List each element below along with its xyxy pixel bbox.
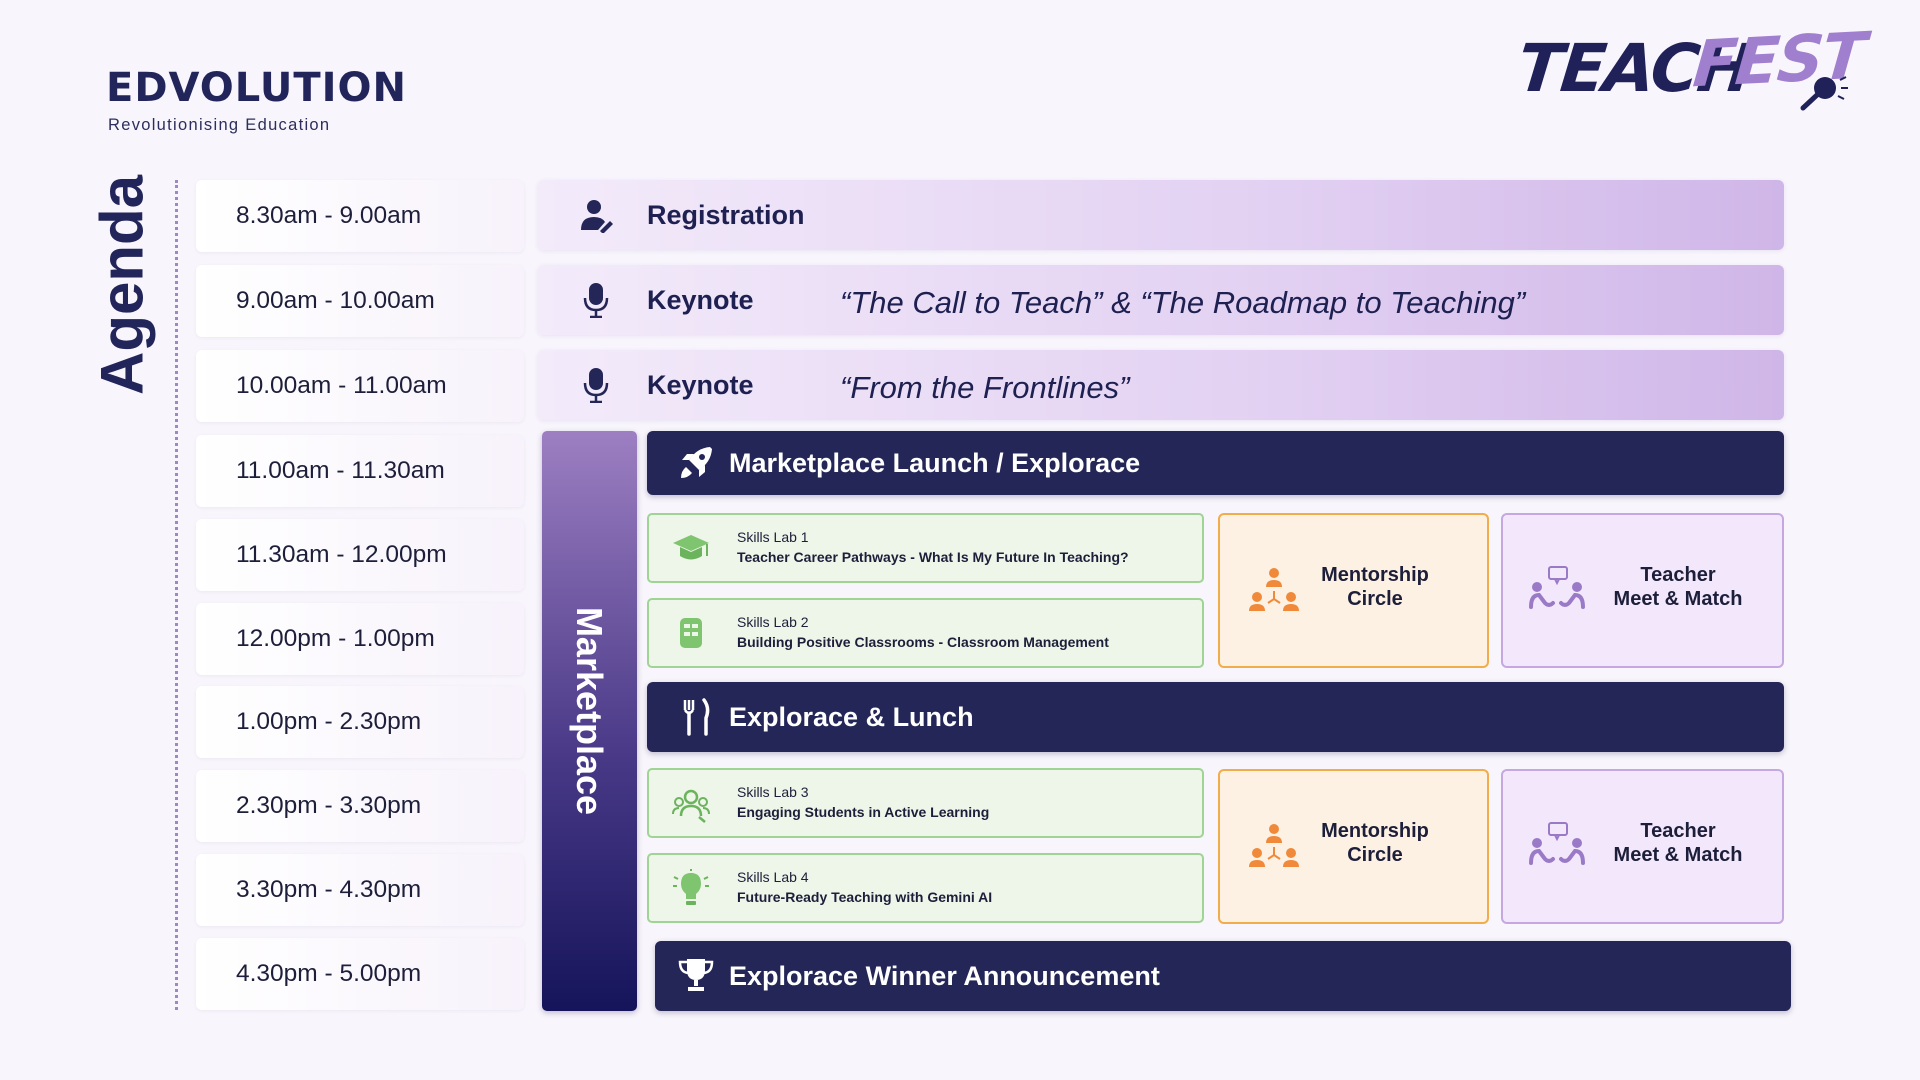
skills-lab-2: Skills Lab 2 Building Positive Classroom… [647,598,1204,668]
teacher-label: Teacher Meet & Match [1603,819,1753,867]
time-slot: 4.30pm - 5.00pm [196,938,524,1010]
mentorship-icon [1249,568,1299,611]
keynote-title: “The Call to Teach” & “The Roadmap to Te… [840,285,1526,320]
teacher-meet-match-box: Teacher Meet & Match [1501,769,1784,924]
edvolution-tagline: Revolutionising Education [108,116,331,134]
block-label: Explorace Winner Announcement [729,961,1160,991]
block-explorace-lunch: Explorace & Lunch [647,682,1784,752]
keynote-label: Keynote [647,370,754,400]
lab-title: Skills Lab 4 [737,869,809,885]
lab-title: Skills Lab 3 [737,784,809,800]
lab-description: Building Positive Classrooms - Classroom… [737,634,1109,650]
skills-lab-3: Skills Lab 3 Engaging Students in Active… [647,768,1204,838]
keynote-label: Keynote [647,285,754,315]
lab-title: Skills Lab 2 [737,614,809,630]
mentorship-label: Mentorship Circle [1300,819,1450,867]
block-winner-announcement: Explorace Winner Announcement [655,941,1791,1011]
teachfest-logo: TEACH FEST [1514,20,1867,130]
microphone-logo-icon [1800,76,1848,111]
lab-description: Engaging Students in Active Learning [737,804,990,820]
marketplace-band: Marketplace [542,431,637,1011]
meet-match-icon [1529,822,1585,865]
trophy-icon [678,959,714,991]
mentorship-icon [1249,824,1299,867]
agenda-heading-text: Agenda [88,174,156,396]
time-slot: 1.00pm - 2.30pm [196,686,524,758]
marketplace-label: Marketplace [569,606,610,816]
ai-bulb-icon [673,869,709,905]
block-marketplace-launch: Marketplace Launch / Explorace [647,431,1784,495]
skills-lab-4: Skills Lab 4 Future-Ready Teaching with … [647,853,1204,923]
mentorship-label-line: Circle [1347,844,1403,866]
teacher-label-line: Meet & Match [1613,588,1743,610]
session-keynote-2: Keynote “From the Frontlines” [538,350,1784,420]
lab-description: Teacher Career Pathways - What Is My Fut… [737,549,1129,565]
microphone-icon [583,283,609,318]
timeline-divider [175,180,178,1010]
session-keynote-1: Keynote “The Call to Teach” & “The Roadm… [538,265,1784,335]
user-pen-icon [581,200,613,233]
agenda-heading: Agenda [60,175,190,395]
mentorship-label-line: Mentorship [1321,820,1429,842]
time-slot: 10.00am - 11.00am [196,350,524,422]
graduation-cap-icon [673,535,709,560]
mentorship-label-line: Mentorship [1321,564,1429,586]
time-slot: 9.00am - 10.00am [196,265,524,337]
mentorship-label-line: Circle [1347,588,1403,610]
block-label: Explorace & Lunch [729,702,974,732]
edvolution-logo: EDVOLUTION Revolutionising Education [106,40,406,140]
teacher-label: Teacher Meet & Match [1603,563,1753,611]
block-label: Marketplace Launch / Explorace [729,448,1141,478]
mentorship-circle-box: Mentorship Circle [1218,513,1489,668]
microphone-icon [583,368,609,403]
lab-title: Skills Lab 1 [737,529,809,545]
teacher-meet-match-box: Teacher Meet & Match [1501,513,1784,668]
teacher-label-line: Teacher [1640,564,1716,586]
lab-description: Future-Ready Teaching with Gemini AI [737,889,993,905]
time-slot: 12.00pm - 1.00pm [196,603,524,675]
meet-match-icon [1529,566,1585,609]
keynote-title: “From the Frontlines” [840,370,1130,405]
skills-lab-1: Skills Lab 1 Teacher Career Pathways - W… [647,513,1204,583]
time-slot: 11.00am - 11.30am [196,435,524,507]
rocket-icon [681,447,712,478]
group-icon [672,789,710,823]
fork-knife-icon [683,698,710,736]
time-slot: 11.30am - 12.00pm [196,519,524,591]
teacher-label-line: Meet & Match [1613,844,1743,866]
mentorship-circle-box: Mentorship Circle [1218,769,1489,924]
time-slot: 2.30pm - 3.30pm [196,770,524,842]
classroom-icon [680,618,702,648]
session-registration: Registration [538,180,1784,250]
registration-label: Registration [647,200,805,230]
time-slot: 8.30am - 9.00am [196,180,524,252]
mentorship-label: Mentorship Circle [1300,563,1450,611]
time-slot: 3.30pm - 4.30pm [196,854,524,926]
teacher-label-line: Teacher [1640,820,1716,842]
edvolution-wordmark: EDVOLUTION [106,65,407,111]
